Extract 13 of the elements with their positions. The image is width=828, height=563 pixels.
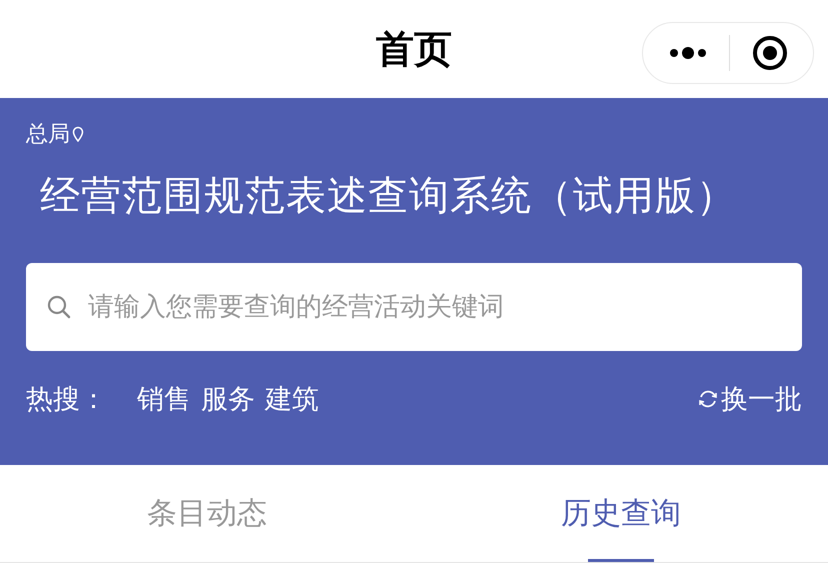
refresh-icon bbox=[697, 388, 719, 410]
search-field[interactable]: 请输入您需要查询的经营活动关键词 bbox=[26, 263, 802, 351]
more-icon[interactable] bbox=[668, 47, 708, 59]
refresh-button[interactable]: 换一批 bbox=[697, 381, 802, 417]
tab[interactable]: 历史查询 bbox=[414, 465, 828, 562]
page-title: 首页 bbox=[376, 26, 452, 72]
location-pin-icon bbox=[72, 126, 84, 142]
hot-search-term[interactable]: 销售 bbox=[137, 381, 191, 417]
hot-search-term[interactable]: 建筑 bbox=[265, 381, 319, 417]
system-title: 经营范围规范表述查询系统（试用版） bbox=[40, 172, 738, 221]
hot-search-label: 热搜： bbox=[26, 383, 107, 417]
location-label[interactable]: 总局 bbox=[26, 119, 70, 149]
hot-search-term[interactable]: 服务 bbox=[201, 381, 255, 417]
